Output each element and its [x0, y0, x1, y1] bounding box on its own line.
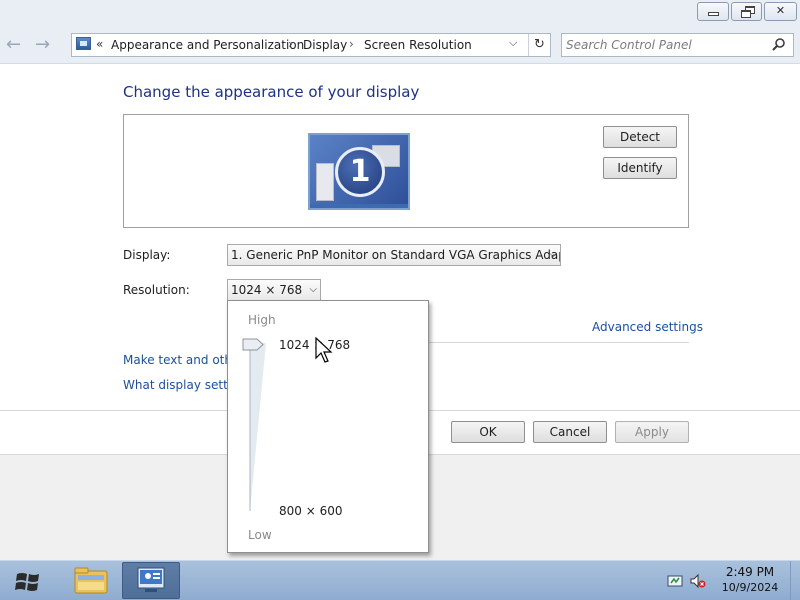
- minimize-icon: [708, 12, 719, 16]
- close-button[interactable]: ✕: [764, 2, 797, 21]
- page-title: Change the appearance of your display: [123, 83, 420, 101]
- breadcrumb-screen-resolution[interactable]: Screen Resolution: [364, 38, 472, 52]
- clock-date: 10/9/2024: [721, 581, 779, 594]
- breadcrumb-appearance[interactable]: Appearance and Personalization: [111, 38, 304, 52]
- chevron-down-icon: ⌵: [549, 249, 557, 260]
- taskbar-control-panel[interactable]: [122, 562, 180, 599]
- display-select[interactable]: 1. Generic PnP Monitor on Standard VGA G…: [227, 244, 561, 266]
- cancel-button[interactable]: Cancel: [533, 421, 607, 443]
- display-preview-area: 1 Detect Identify: [123, 114, 689, 228]
- identify-button[interactable]: Identify: [603, 157, 677, 179]
- display-select-value: 1. Generic PnP Monitor on Standard VGA G…: [231, 248, 561, 262]
- minimize-button[interactable]: [697, 2, 729, 21]
- advanced-settings-link[interactable]: Advanced settings: [592, 320, 703, 334]
- slider-high-label: High: [248, 313, 276, 327]
- navigation-bar: ← → « Appearance and Personalization › D…: [0, 30, 800, 64]
- control-panel-icon: [76, 37, 91, 50]
- file-explorer-icon: [74, 567, 108, 594]
- resolution-slider-thumb[interactable]: [242, 338, 264, 351]
- detect-button[interactable]: Detect: [603, 126, 677, 148]
- address-bar[interactable]: « Appearance and Personalization › Displ…: [71, 33, 551, 57]
- breadcrumb-separator-icon[interactable]: ›: [288, 37, 293, 51]
- chevron-double-left-icon[interactable]: «: [96, 37, 103, 51]
- mouse-cursor-icon: [315, 337, 333, 363]
- title-bar: ✕: [0, 0, 800, 30]
- refresh-icon[interactable]: ↻: [528, 34, 550, 56]
- taskbar-file-explorer[interactable]: [62, 562, 120, 599]
- monitor-1-preview[interactable]: 1: [308, 133, 410, 210]
- system-clock[interactable]: 2:49 PM 10/9/2024: [712, 565, 788, 595]
- resolution-slider-track[interactable]: [244, 343, 274, 513]
- search-icon[interactable]: [770, 37, 788, 53]
- taskbar: 2:49 PM 10/9/2024: [0, 560, 800, 600]
- restore-button[interactable]: [731, 2, 762, 21]
- search-input[interactable]: [562, 34, 767, 56]
- chevron-down-icon: ⌵: [309, 284, 317, 295]
- clock-time: 2:49 PM: [725, 565, 775, 579]
- close-icon: ✕: [775, 4, 786, 17]
- divider: [429, 342, 689, 343]
- forward-arrow-icon[interactable]: →: [35, 34, 50, 55]
- display-label: Display:: [123, 248, 171, 262]
- resolution-select[interactable]: 1024 × 768 ⌵: [227, 279, 321, 301]
- resolution-label: Resolution:: [123, 283, 190, 297]
- resolution-select-value: 1024 × 768: [231, 283, 303, 297]
- volume-muted-icon[interactable]: [690, 573, 706, 589]
- slider-low-label: Low: [248, 528, 272, 542]
- show-desktop-button[interactable]: [790, 561, 800, 600]
- breadcrumb-separator-icon[interactable]: ›: [349, 37, 354, 51]
- resolution-option[interactable]: 800 × 600: [279, 504, 343, 518]
- control-panel-icon: [137, 567, 165, 592]
- back-arrow-icon[interactable]: ←: [6, 34, 21, 55]
- search-box[interactable]: [561, 33, 794, 57]
- apply-button[interactable]: Apply: [615, 421, 689, 443]
- action-center-icon[interactable]: [667, 573, 683, 589]
- monitor-number-badge: 1: [335, 147, 385, 197]
- breadcrumb-display[interactable]: Display: [303, 38, 347, 52]
- ok-button[interactable]: OK: [451, 421, 525, 443]
- windows-start-icon[interactable]: [8, 565, 50, 597]
- chevron-down-icon[interactable]: ⌵: [509, 36, 517, 50]
